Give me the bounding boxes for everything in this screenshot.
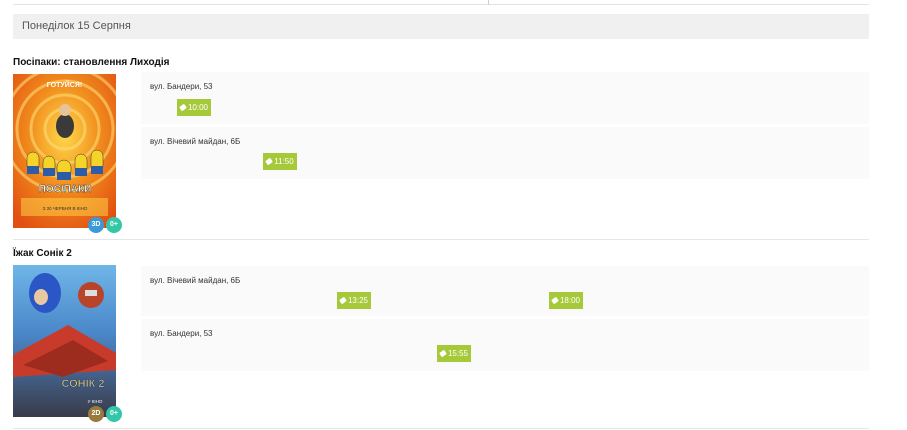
format-badge: 3D xyxy=(88,217,104,233)
movie-separator xyxy=(13,428,869,429)
ticket-icon xyxy=(265,157,274,166)
poster-sub-text: У КІНО xyxy=(88,399,103,404)
ticket-icon xyxy=(551,296,559,305)
top-border xyxy=(13,4,869,5)
venue-row: вул. Бандери, 53 10:00 xyxy=(141,72,869,124)
showtime-button[interactable]: 18:00 xyxy=(549,292,583,309)
showtime-button[interactable]: 10:00 xyxy=(177,99,211,116)
venue-name: вул. Вічевий майдан, 6Б xyxy=(150,276,241,285)
venue-name: вул. Бандери, 53 xyxy=(150,329,213,338)
minions-poster-art: ПОСІПАКИ З 30 ЧЕРВНЯ В КІНО xyxy=(13,74,116,228)
date-header: Понеділок 15 Серпня xyxy=(13,14,869,39)
movie-title[interactable]: Їжак Сонік 2 xyxy=(13,248,72,259)
format-badge: 2D xyxy=(88,406,104,422)
poster-logo-text: ПОСІПАКИ xyxy=(39,184,92,195)
ticket-icon xyxy=(179,103,187,112)
age-rating-badge: 0+ xyxy=(106,217,122,233)
showtime-button[interactable]: 13:25 xyxy=(337,292,371,309)
movie-separator xyxy=(13,239,869,240)
ticket-icon xyxy=(439,349,447,358)
sonic-poster-art: СОНІК 2 У КІНО xyxy=(13,265,116,417)
movie-poster[interactable]: СОНІК 2 У КІНО xyxy=(13,265,116,419)
poster-sub-text: З 30 ЧЕРВНЯ В КІНО xyxy=(43,206,88,211)
movie-title[interactable]: Посіпаки: становлення Лиходія xyxy=(13,57,169,68)
poster-top-text: ГОТУЙСЯ! xyxy=(46,82,83,89)
venue-name: вул. Бандери, 53 xyxy=(150,82,213,91)
venue-row: вул. Бандери, 53 15:55 xyxy=(141,319,869,371)
venue-name: вул. Вічевий майдан, 6Б xyxy=(150,137,241,146)
venue-row: вул. Вічевий майдан, 6Б 13:25 18:00 xyxy=(141,266,869,316)
venue-row: вул. Вічевий майдан, 6Б 11:50 xyxy=(141,127,869,179)
movie-poster[interactable]: ПОСІПАКИ З 30 ЧЕРВНЯ В КІНО ГОТУЙСЯ! xyxy=(13,74,116,228)
ticket-icon xyxy=(339,296,347,305)
showtime-button[interactable]: 15:55 xyxy=(437,345,471,362)
age-rating-badge: 0+ xyxy=(106,406,122,422)
poster-logo-text: СОНІК 2 xyxy=(61,378,104,390)
top-divider xyxy=(488,0,489,5)
showtime-button[interactable]: 11:50 xyxy=(263,153,297,170)
